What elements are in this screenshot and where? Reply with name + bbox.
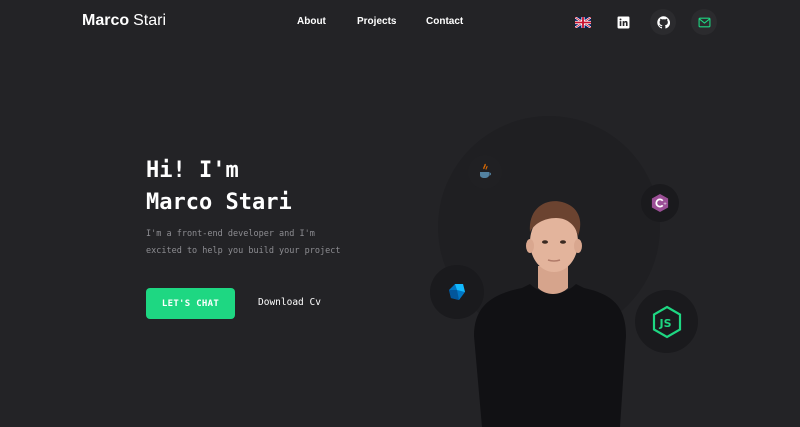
nodejs-icon: JS <box>635 290 698 353</box>
logo-last-name: Stari <box>133 12 167 29</box>
hero-subtitle: I'm a front-end developer and I'm excite… <box>146 226 376 260</box>
github-icon[interactable] <box>650 9 676 35</box>
lets-chat-button[interactable]: LET'S CHAT <box>146 288 235 319</box>
hero-subtitle-line1: I'm a front-end developer and I'm <box>146 229 315 239</box>
nav-link-contact[interactable]: Contact <box>426 16 463 27</box>
download-cv-link[interactable]: Download Cv <box>258 297 321 308</box>
site-header: Marco Stari About Projects Contact <box>0 0 800 44</box>
svg-text:JS: JS <box>658 317 671 330</box>
header-icon-group <box>568 9 728 35</box>
mail-icon[interactable] <box>691 9 717 35</box>
site-logo[interactable]: Marco Stari <box>82 12 166 30</box>
java-icon <box>468 155 502 189</box>
hero-title: Hi! I'm Marco Stari <box>146 155 292 219</box>
csharp-icon: + <box>641 184 679 222</box>
logo-first-name: Marco <box>82 12 130 29</box>
linkedin-icon[interactable] <box>610 9 636 35</box>
hero-subtitle-line2: excited to help you build your project <box>146 246 341 256</box>
hero-title-line1: Hi! I'm <box>146 158 239 183</box>
nav-link-projects[interactable]: Projects <box>357 16 396 27</box>
profile-photo <box>474 201 626 427</box>
svg-text:+: + <box>663 201 667 207</box>
hero-title-line2: Marco Stari <box>146 190 292 215</box>
uk-flag-icon[interactable] <box>570 9 596 35</box>
nav-link-about[interactable]: About <box>297 16 326 27</box>
